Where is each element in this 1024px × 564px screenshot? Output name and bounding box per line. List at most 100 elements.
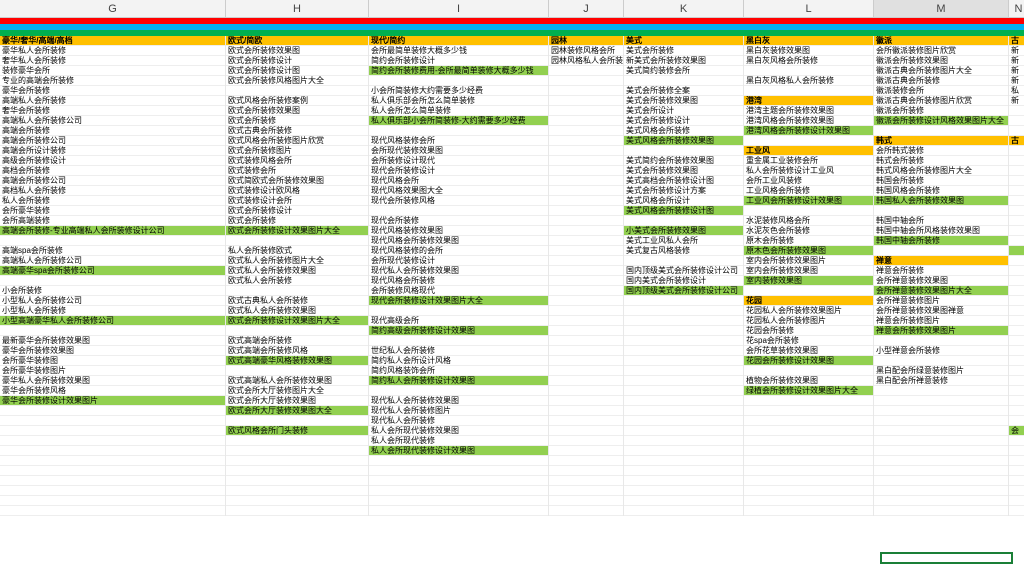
cell-G-22[interactable]: 高端私人会所装修公司: [0, 256, 225, 266]
cell-K-27[interactable]: [624, 306, 743, 316]
cell-L-4[interactable]: 黑白灰风格私人会所装修: [744, 76, 873, 86]
cell-I-13[interactable]: 现代会所装修设计: [369, 166, 548, 176]
cell-I-23[interactable]: 现代私人会所装修效果图: [369, 266, 548, 276]
cell-J-9[interactable]: [549, 126, 623, 136]
cell-N-28[interactable]: [1009, 316, 1024, 326]
cell-H-32[interactable]: 欧式高端豪华风格装修效果图: [226, 356, 368, 366]
cell-I-20[interactable]: 现代风格会所装修效果图: [369, 236, 548, 246]
cell-J-36[interactable]: [549, 396, 623, 406]
cell-L-17[interactable]: [744, 206, 873, 216]
cell-I-46[interactable]: [369, 496, 548, 506]
cell-H-10[interactable]: 欧式风格会所装修图片欣赏: [226, 136, 368, 146]
cell-N-29[interactable]: [1009, 326, 1024, 336]
cell-N-15[interactable]: [1009, 186, 1024, 196]
cell-N-27[interactable]: [1009, 306, 1024, 316]
cell-H-14[interactable]: 欧式简欧式会所装修效果图: [226, 176, 368, 186]
cell-N-33[interactable]: [1009, 366, 1024, 376]
cell-G-9[interactable]: 高端会所装修: [0, 126, 225, 136]
cell-H-17[interactable]: 欧式会所装修设计: [226, 206, 368, 216]
cell-L-35[interactable]: 绿植会所装修设计效果图片大全: [744, 386, 873, 396]
cell-I-36[interactable]: 现代私人会所装修效果图: [369, 396, 548, 406]
cell-M-41[interactable]: [874, 446, 1008, 456]
cell-N-5[interactable]: 私: [1009, 86, 1024, 96]
cell-H-24[interactable]: 欧式私人会所装修: [226, 276, 368, 286]
cell-K-30[interactable]: [624, 336, 743, 346]
col-header-M[interactable]: M: [874, 0, 1009, 17]
cell-I-31[interactable]: 世纪私人会所装修: [369, 346, 548, 356]
cell-M-15[interactable]: 韩国风格会所装修: [874, 186, 1008, 196]
cell-N-19[interactable]: [1009, 226, 1024, 236]
cell-J-46[interactable]: [549, 496, 623, 506]
cell-L-10[interactable]: [744, 136, 873, 146]
cell-I-43[interactable]: [369, 466, 548, 476]
cell-K-16[interactable]: 美式风格会所设计: [624, 196, 743, 206]
cell-I-10[interactable]: 现代风格装修会所: [369, 136, 548, 146]
cell-N-43[interactable]: [1009, 466, 1024, 476]
cell-H-42[interactable]: [226, 456, 368, 466]
cell-I-35[interactable]: [369, 386, 548, 396]
cell-G-13[interactable]: 高档会所装修: [0, 166, 225, 176]
cell-L-19[interactable]: 水泥灰色会所装修: [744, 226, 873, 236]
cell-G-12[interactable]: 高级会所装修设计: [0, 156, 225, 166]
cell-N-47[interactable]: [1009, 506, 1024, 516]
cell-J-28[interactable]: [549, 316, 623, 326]
cell-J-31[interactable]: [549, 346, 623, 356]
cell-L-3[interactable]: [744, 66, 873, 76]
col-header-N[interactable]: N: [1009, 0, 1024, 17]
cell-J-3[interactable]: [549, 66, 623, 76]
cell-M-1[interactable]: 会所徽派装修图片欣赏: [874, 46, 1008, 56]
cell-L-1[interactable]: 黑白灰装修效果图: [744, 46, 873, 56]
cell-N-45[interactable]: [1009, 486, 1024, 496]
cell-M-30[interactable]: [874, 336, 1008, 346]
cell-J-5[interactable]: [549, 86, 623, 96]
cell-H-15[interactable]: 欧式装修设计欧风格: [226, 186, 368, 196]
cell-I-45[interactable]: [369, 486, 548, 496]
cell-L-18[interactable]: 水泥装修风格会所: [744, 216, 873, 226]
cell-L-29[interactable]: 花园会所装修: [744, 326, 873, 336]
cell-J-32[interactable]: [549, 356, 623, 366]
cell-N-44[interactable]: [1009, 476, 1024, 486]
cell-G-44[interactable]: [0, 476, 225, 486]
cell-L-25[interactable]: [744, 286, 873, 296]
cell-H-44[interactable]: [226, 476, 368, 486]
cell-M-42[interactable]: [874, 456, 1008, 466]
cell-N-3[interactable]: 新: [1009, 66, 1024, 76]
cell-G-31[interactable]: 豪华会所装修效果图: [0, 346, 225, 356]
cell-K-31[interactable]: [624, 346, 743, 356]
cell-L-39[interactable]: [744, 426, 873, 436]
col-header-G[interactable]: G: [0, 0, 226, 17]
cell-K-34[interactable]: [624, 376, 743, 386]
cell-J-30[interactable]: [549, 336, 623, 346]
cell-K-10[interactable]: 美式风格会所装修效果图: [624, 136, 743, 146]
cell-M-26[interactable]: 会所禅意装修图片: [874, 296, 1008, 306]
cell-M-4[interactable]: 徽派古典会所装修: [874, 76, 1008, 86]
cell-G-10[interactable]: 高端会所装修公司: [0, 136, 225, 146]
cell-M-6[interactable]: 徽派古典会所装修图片欣赏: [874, 96, 1008, 106]
cell-H-3[interactable]: 欧式会所装修设计图: [226, 66, 368, 76]
cell-L-44[interactable]: [744, 476, 873, 486]
cell-L-5[interactable]: [744, 86, 873, 96]
cell-G-2[interactable]: 奢华私人会所装修: [0, 56, 225, 66]
cell-L-26[interactable]: 花园: [744, 296, 873, 306]
cell-G-5[interactable]: 豪华会所装修: [0, 86, 225, 96]
cell-M-25[interactable]: 会所禅意装修效果图片大全: [874, 286, 1008, 296]
cell-G-28[interactable]: 小型高端豪华私人会所装修公司: [0, 316, 225, 326]
cell-M-10[interactable]: 韩式: [874, 136, 1008, 146]
cell-G-25[interactable]: 小会所装修: [0, 286, 225, 296]
cell-I-38[interactable]: 现代私人会所装修: [369, 416, 548, 426]
cell-G-42[interactable]: [0, 456, 225, 466]
cell-K-19[interactable]: 小美式会所装修效果图: [624, 226, 743, 236]
cell-N-17[interactable]: [1009, 206, 1024, 216]
cell-L-46[interactable]: [744, 496, 873, 506]
cell-H-34[interactable]: 欧式高端私人会所装修效果图: [226, 376, 368, 386]
cell-L-22[interactable]: 室内会所装修效果图片: [744, 256, 873, 266]
cell-J-38[interactable]: [549, 416, 623, 426]
cell-M-40[interactable]: [874, 436, 1008, 446]
cell-N-21[interactable]: [1009, 246, 1024, 256]
cell-K-46[interactable]: [624, 496, 743, 506]
cell-J-25[interactable]: [549, 286, 623, 296]
cell-N-8[interactable]: [1009, 116, 1024, 126]
cell-H-35[interactable]: 欧式会所大厅装修图片大全: [226, 386, 368, 396]
cell-K-33[interactable]: [624, 366, 743, 376]
cell-L-7[interactable]: 港湾主题会所装修效果图: [744, 106, 873, 116]
